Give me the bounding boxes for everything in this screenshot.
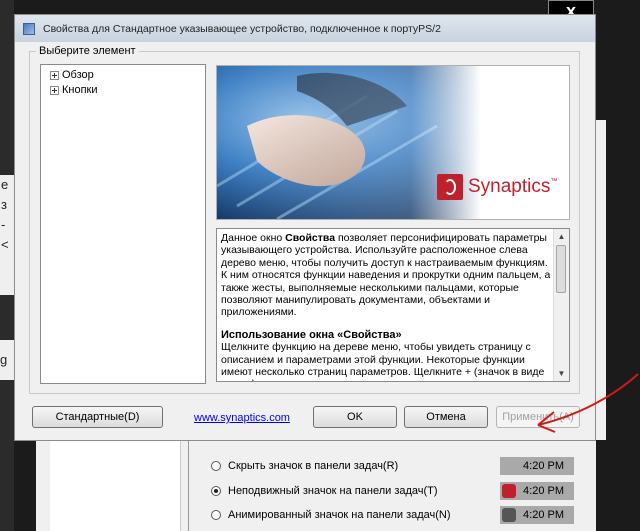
description-heading: Использование окна «Свойства» bbox=[221, 328, 402, 341]
tree-item-label: Кнопки bbox=[62, 84, 98, 96]
tree-item-buttons[interactable]: Кнопки bbox=[50, 83, 98, 97]
dialog-title: Свойства для Стандартное указывающее уст… bbox=[43, 23, 441, 35]
expand-plus-icon[interactable] bbox=[50, 70, 59, 80]
description-scrollbar[interactable]: ▲ ▼ bbox=[553, 229, 569, 381]
mouse-properties-icon bbox=[23, 23, 35, 35]
trademark: ™ bbox=[550, 178, 558, 185]
tray-option-hide[interactable]: Скрыть значок в панели задач(R) bbox=[211, 455, 398, 477]
tray-preview: 4:20 PM bbox=[500, 457, 574, 475]
tray-time: 4:20 PM bbox=[523, 460, 564, 472]
background-sidebar bbox=[50, 440, 181, 531]
tray-option-label: Скрыть значок в панели задач(R) bbox=[228, 460, 399, 472]
tray-preview: 4:20 PM bbox=[500, 482, 574, 500]
tray-preview: 4:20 PM bbox=[500, 506, 574, 524]
radio-button[interactable] bbox=[211, 510, 221, 520]
scroll-up-arrow-icon[interactable]: ▲ bbox=[554, 229, 569, 244]
group-label: Выберите элемент bbox=[36, 45, 139, 57]
synaptics-logo: Synaptics ™ bbox=[437, 174, 557, 200]
tray-option-animated[interactable]: Анимированный значок на панели задач(N) bbox=[211, 504, 451, 526]
fragment-line: е bbox=[1, 177, 9, 192]
fragment-line: - bbox=[1, 217, 6, 232]
synaptics-logo-icon bbox=[437, 174, 463, 200]
defaults-button[interactable]: Стандартные(D) bbox=[32, 406, 163, 428]
fragment-line: < bbox=[1, 237, 9, 252]
tray-option-label: Неподвижный значок на панели задач(T) bbox=[228, 485, 438, 497]
synaptics-tray-icon bbox=[502, 484, 516, 498]
tray-option-label: Анимированный значок на панели задач(N) bbox=[228, 509, 451, 521]
dialog-titlebar[interactable]: Свойства для Стандартное указывающее уст… bbox=[14, 14, 596, 42]
synaptics-banner: Synaptics ™ bbox=[216, 65, 570, 220]
fragment-line: з bbox=[1, 197, 7, 212]
synaptics-wordmark: Synaptics bbox=[468, 176, 551, 197]
description-text: Данное окно Свойства позволяет персонифи… bbox=[221, 232, 553, 381]
radio-button-selected[interactable] bbox=[211, 486, 221, 496]
ok-button[interactable]: OK bbox=[313, 406, 397, 428]
expand-plus-icon[interactable] bbox=[50, 85, 59, 95]
fragment-line: g bbox=[0, 352, 8, 367]
tray-icon-settings-panel: Скрыть значок в панели задач(R) 4:20 PM … bbox=[188, 440, 589, 531]
tree-item-label: Обзор bbox=[62, 69, 94, 81]
radio-button[interactable] bbox=[211, 461, 221, 471]
settings-tree[interactable]: Обзор Кнопки bbox=[40, 64, 206, 384]
scroll-thumb[interactable] bbox=[556, 245, 566, 293]
animated-tray-icon bbox=[502, 508, 516, 522]
synaptics-website-link[interactable]: www.synaptics.com bbox=[194, 412, 290, 424]
red-annotation-arrow bbox=[537, 373, 639, 433]
tree-item-overview[interactable]: Обзор bbox=[50, 68, 94, 82]
background-text-fragment: е з - < bbox=[0, 175, 14, 295]
background-text-fragment-lower: g bbox=[0, 340, 14, 380]
description-panel[interactable]: Данное окно Свойства позволяет персонифи… bbox=[216, 228, 570, 382]
description-body: Щелкните функцию на дереве меню, чтобы у… bbox=[221, 341, 545, 381]
tray-time: 4:20 PM bbox=[523, 485, 564, 497]
cancel-button[interactable]: Отмена bbox=[404, 406, 488, 428]
description-intro: Данное окно Свойства позволяет персонифи… bbox=[221, 232, 551, 319]
tray-option-static[interactable]: Неподвижный значок на панели задач(T) bbox=[211, 480, 438, 502]
tray-time: 4:20 PM bbox=[523, 509, 564, 521]
